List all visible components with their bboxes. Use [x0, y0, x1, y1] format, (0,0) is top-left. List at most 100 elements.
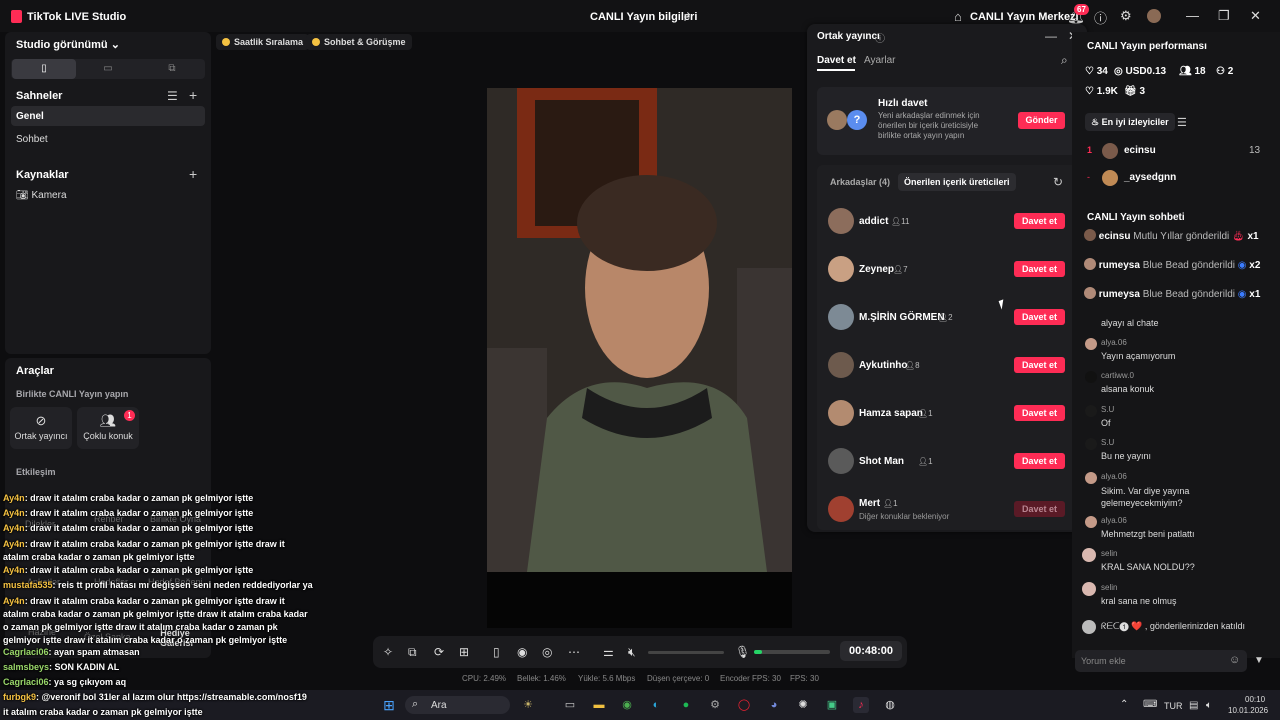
chat-message-text: Of	[1101, 418, 1111, 428]
invite-button[interactable]: Davet et	[1014, 453, 1065, 469]
chrome-icon[interactable]: ◉	[619, 697, 635, 713]
maximize-icon[interactable]: ❐	[1218, 8, 1230, 24]
send-button[interactable]: Gönder	[1018, 112, 1065, 129]
invite-button-disabled[interactable]: Davet et	[1014, 501, 1065, 517]
overlay-text: : draw it atalım craba kadar o zaman pk …	[24, 508, 254, 518]
tiktok-live-studio-icon[interactable]: ♪	[853, 697, 869, 713]
discord-icon[interactable]: ◕	[766, 697, 782, 713]
keyboard-icon[interactable]: ⌨	[1143, 699, 1157, 710]
effects-icon[interactable]: ⟳	[434, 645, 444, 659]
live-center-button[interactable]: CANLI Yayın Merkezi	[970, 11, 1079, 23]
spotify-icon[interactable]: ●	[678, 697, 694, 713]
invite-button[interactable]: Davet et	[1014, 357, 1065, 373]
landscape-mode-button[interactable]: ▭	[76, 59, 140, 79]
chat-message-text: Sikim. Var diye yayına gelemeyecekmiyim?	[1101, 486, 1190, 508]
search-icon[interactable]: ⌕	[1061, 53, 1068, 68]
list-icon[interactable]: ☰	[1177, 116, 1187, 129]
friend-name: Shot Man	[859, 456, 904, 467]
chevron-up-icon[interactable]: ⌃	[1120, 699, 1128, 710]
widgets-icon[interactable]: ☀	[520, 697, 536, 713]
scene-item-sohbet[interactable]: Sohbet	[16, 134, 48, 145]
viewer-count: 👤︎2	[938, 313, 953, 322]
speaker-volume-slider[interactable]	[648, 651, 724, 654]
invite-button[interactable]: Davet et	[1014, 261, 1065, 277]
top-viewer-name[interactable]: _aysedgnn	[1124, 172, 1176, 183]
chat-user[interactable]: selin	[1101, 583, 1117, 592]
chatgpt-icon[interactable]: ✺	[795, 697, 811, 713]
minimize-icon[interactable]: —	[1045, 29, 1057, 43]
source-item-camera[interactable]: 📷︎ Kamera	[16, 190, 67, 201]
studio-view-dropdown[interactable]: Studio görünümü ⌄	[16, 38, 120, 51]
filter-icon[interactable]: ▼	[1254, 655, 1264, 666]
chat-user[interactable]: alya.06	[1101, 338, 1127, 347]
profile-avatar[interactable]	[1147, 9, 1161, 23]
mixer-icon[interactable]: ⚌	[603, 645, 614, 659]
clock-time[interactable]: 00:10	[1245, 695, 1265, 704]
windows-start-icon[interactable]: ⊞	[381, 697, 397, 713]
steam-client-icon[interactable]: ◍	[882, 697, 898, 713]
minimize-icon[interactable]: —	[1186, 8, 1199, 23]
add-media-icon[interactable]: ⊞	[459, 645, 469, 659]
top-viewers-tab[interactable]: ♨ En iyi izleyiciler	[1085, 113, 1175, 131]
network-icon[interactable]: ▤	[1189, 700, 1198, 711]
record-icon[interactable]: ◉	[517, 645, 527, 659]
file-explorer-icon[interactable]: ▬	[591, 697, 607, 713]
speaker-muted-icon[interactable]: 🔇︎	[628, 645, 636, 660]
overlay-chat-line: Ay4n: draw it atalım craba kadar o zaman…	[3, 565, 253, 575]
close-icon[interactable]: ✕	[1250, 8, 1261, 24]
rank-1: 1	[1087, 145, 1093, 155]
help-icon[interactable]: ⓘ	[875, 30, 885, 45]
list-icon[interactable]: ☰	[167, 89, 178, 103]
tab-suggested-creators[interactable]: Önerilen içerik üreticileri	[898, 173, 1016, 191]
invite-button[interactable]: Davet et	[1014, 213, 1065, 229]
language-indicator[interactable]: TUR	[1164, 701, 1183, 711]
refresh-icon[interactable]: ↻	[1053, 175, 1063, 189]
chat-call-chip[interactable]: Sohbet & Görüşme	[306, 34, 412, 50]
tab-friends[interactable]: Arkadaşlar (4)	[830, 177, 890, 187]
help-icon[interactable]: ⓘ	[1094, 8, 1107, 27]
opera-icon[interactable]: ◯	[736, 697, 752, 713]
invite-button[interactable]: Davet et	[1014, 309, 1065, 325]
avatar	[828, 304, 854, 330]
layout-icon[interactable]: ⧉	[408, 645, 417, 660]
phone-icon[interactable]: ▯	[493, 645, 500, 659]
chat-user[interactable]: S.U	[1101, 438, 1114, 447]
steam-icon[interactable]: ⚙	[707, 697, 723, 713]
gear-icon[interactable]: ⚙	[1120, 8, 1132, 24]
taskbar-search[interactable]	[405, 696, 510, 714]
microphone-icon[interactable]: 🎙︎	[735, 645, 750, 659]
gift-user: ecinsu	[1098, 231, 1131, 242]
tab-settings[interactable]: Ayarlar	[864, 55, 896, 66]
chat-user[interactable]: alya.06	[1101, 516, 1127, 525]
scene-item-genel[interactable]: Genel	[16, 111, 44, 122]
emoji-icon[interactable]: ☺	[1229, 654, 1240, 666]
avatar	[1102, 143, 1118, 159]
share-icon[interactable]: ↱	[682, 10, 692, 24]
mic-volume-slider[interactable]	[754, 650, 830, 654]
tab-invite[interactable]: Davet et	[817, 55, 856, 66]
chat-user[interactable]: selin	[1101, 549, 1117, 558]
more-icon[interactable]: ⋯	[568, 645, 580, 659]
chat-user[interactable]: alya.06	[1101, 472, 1127, 481]
stat-viewers: 👥︎ 18	[1179, 66, 1206, 77]
add-source-icon[interactable]: +	[189, 166, 197, 182]
avatar	[828, 400, 854, 426]
invite-button[interactable]: Davet et	[1014, 405, 1065, 421]
edge-icon[interactable]: ◐	[648, 697, 664, 713]
hourly-ranking-chip[interactable]: Saatlik Sıralama	[216, 34, 310, 50]
cohost-tool-button[interactable]: ⊘ Ortak yayıncı	[10, 407, 72, 449]
app-icon[interactable]: ▣	[824, 697, 840, 713]
top-viewer-name[interactable]: ecinsu	[1124, 145, 1156, 156]
overlay-chat-line: furbgk9: @veronif bol 31ler al lazım olu…	[3, 692, 307, 702]
portrait-mode-button[interactable]: ▯	[12, 59, 76, 79]
task-view-icon[interactable]: ▭	[562, 697, 578, 713]
avatar	[1102, 170, 1118, 186]
clock-date[interactable]: 10.01.2026	[1228, 706, 1268, 715]
volume-icon[interactable]: 🔈︎	[1206, 700, 1212, 711]
chat-user[interactable]: S.U	[1101, 405, 1114, 414]
camera-switch-icon[interactable]: ◎	[542, 645, 552, 659]
dual-mode-button[interactable]: ⧉	[140, 59, 204, 79]
add-scene-icon[interactable]: +	[189, 87, 197, 103]
magic-wand-icon[interactable]: ✧	[383, 645, 393, 659]
chat-user[interactable]: cartiww.0	[1101, 371, 1134, 380]
